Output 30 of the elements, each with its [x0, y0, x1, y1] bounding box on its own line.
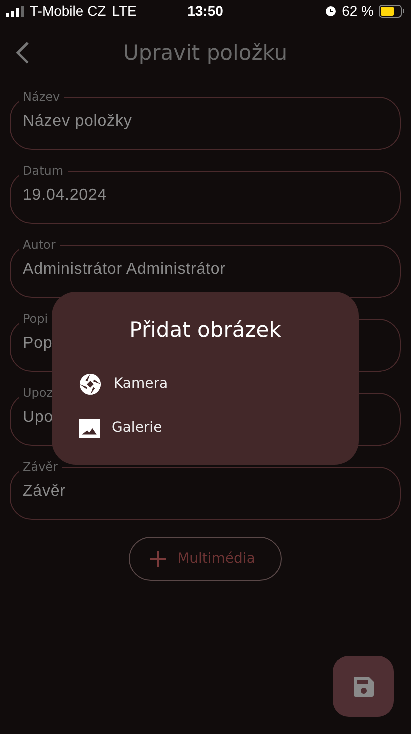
image-icon: [79, 418, 100, 438]
field-value: Upo: [23, 408, 54, 427]
field-value: Závěr: [23, 482, 66, 501]
network-type: LTE: [112, 3, 137, 19]
field-value: Pop: [23, 334, 53, 353]
signal-icon: [6, 6, 24, 16]
field-value: 19.04.2024: [23, 186, 108, 205]
dialog-option[interactable]: Kamera: [79, 362, 332, 406]
aperture-icon: [79, 372, 102, 396]
field-label: Autor: [22, 238, 57, 252]
field-label: Popi: [22, 312, 50, 326]
field-value: Administrátor Administrátor: [23, 260, 226, 279]
input-field[interactable]: Název Název položky: [10, 90, 401, 150]
battery-percent: 62 %: [342, 3, 374, 19]
save-button[interactable]: [333, 656, 394, 717]
alarm-icon: [325, 5, 338, 17]
clock: 13:50: [188, 3, 224, 19]
field-label: Datum: [22, 164, 65, 178]
carrier-name: T-Mobile CZ: [30, 3, 106, 19]
input-field[interactable]: Datum 19.04.2024: [10, 164, 401, 224]
dialog-title: Přidat obrázek: [128, 318, 282, 342]
dialog-option[interactable]: Galerie: [79, 406, 332, 450]
plus-icon: [150, 551, 166, 567]
field-value: Název položky: [23, 112, 132, 131]
field-label: Upoz: [22, 386, 54, 400]
battery-icon: [379, 4, 405, 18]
page-title: Upravit položku: [122, 41, 289, 65]
field-label: Závěr: [22, 460, 59, 474]
back-icon[interactable]: [14, 41, 32, 65]
field-label: Název: [22, 90, 62, 104]
